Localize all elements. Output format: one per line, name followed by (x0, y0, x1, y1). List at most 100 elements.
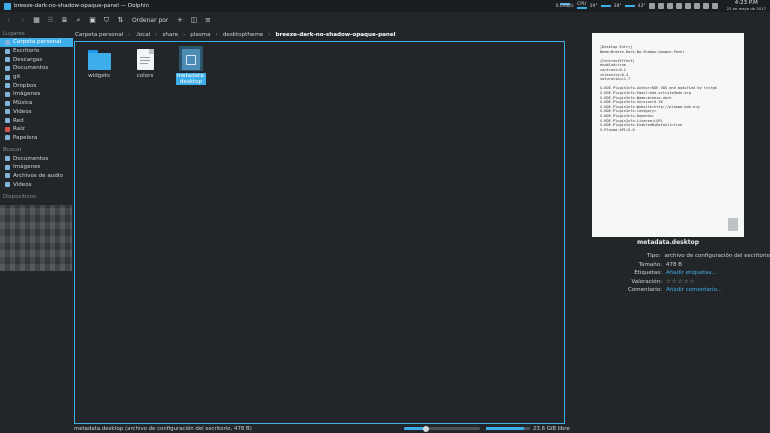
preview-line: X-Plasma-API=5.0 (600, 127, 635, 132)
videos-icon (5, 182, 10, 188)
info-filename: metadata.desktop (637, 239, 699, 246)
search-title: Buscar (3, 147, 22, 154)
sidebar-item-pictures[interactable]: Imágenes (0, 90, 73, 99)
file-view[interactable]: widgets colors metadata. desktop (74, 41, 565, 424)
sidebar-item-trash[interactable]: Papelera (0, 134, 73, 143)
documents-icon (5, 156, 10, 162)
file-item-widgets[interactable]: widgets (84, 46, 114, 79)
cpu-monitor[interactable]: CPU (576, 2, 587, 10)
add-comment-link[interactable]: Añadir comentario... (666, 287, 722, 293)
zoom-slider-handle[interactable] (423, 425, 429, 432)
sort-icon[interactable]: ⇅ (116, 16, 125, 25)
info-metadata: Tipo: archivo de configuración del escrit… (628, 253, 770, 294)
download-icon (5, 57, 10, 63)
battery-icon[interactable] (693, 3, 700, 9)
sidebar-item-desktop[interactable]: Escritorio (0, 47, 73, 56)
forward-button[interactable]: › (18, 16, 27, 25)
system-tray: 0.0MB/s CPU 39° 38° 43° 4:23 P.M 23 de m… (556, 0, 770, 12)
free-space-bar (486, 427, 530, 430)
main-toolbar: ‹ › ▦ ☰ ≣ ⌕ ▣ ⛉ ⇅ Ordenar por + ◫ ≡ (0, 12, 770, 28)
sidebar-item-home[interactable]: Carpeta personal (0, 38, 73, 47)
free-space-label: 23.6 GiB libre (533, 425, 570, 432)
split-view-icon[interactable]: ◫ (189, 16, 198, 25)
trash-icon (5, 135, 10, 141)
places-panel: Lugares Carpeta personal Escritorio Desc… (0, 28, 73, 424)
text-file-icon (136, 49, 154, 70)
home-icon (5, 39, 10, 45)
desktop-icon (5, 48, 10, 54)
sidebar-item-videos[interactable]: Videos (0, 108, 73, 117)
devices-title: Dispositivos (3, 194, 37, 200)
clock[interactable]: 4:23 P.M 23 de mayo de 2017 (727, 0, 766, 11)
rating-stars[interactable]: ☆☆☆☆☆ (666, 279, 696, 285)
back-button[interactable]: ‹ (4, 16, 13, 25)
search-icon[interactable]: ⌕ (74, 16, 83, 25)
music-icon (5, 173, 10, 179)
sidebar-search-audio[interactable]: Archivos de audio (0, 172, 73, 181)
media-play-icon[interactable] (648, 3, 655, 9)
sidebar-item-music[interactable]: Música (0, 99, 73, 108)
temp-1: 39° (589, 3, 598, 9)
network-folder-icon (5, 118, 10, 124)
folder-icon (5, 74, 10, 80)
add-tags-link[interactable]: Añadir etiquetas... (666, 270, 717, 276)
details-view-icon[interactable]: ≣ (60, 16, 69, 25)
info-type: archivo de configuración del escritorio (664, 253, 770, 260)
icons-view-icon[interactable]: ▦ (32, 16, 41, 25)
breadcrumb-item[interactable]: .local (135, 32, 150, 38)
file-item-metadata-desktop[interactable]: metadata. desktop (175, 46, 207, 86)
updates-icon[interactable] (684, 3, 691, 9)
devices-list-blurred[interactable] (0, 205, 72, 271)
sidebar-item-git[interactable]: git (0, 73, 73, 82)
music-icon (5, 100, 10, 106)
network-icon[interactable] (666, 3, 673, 9)
sidebar-search-documents[interactable]: Documentos (0, 154, 73, 163)
clipboard-icon[interactable] (657, 3, 664, 9)
temp-3: 43° (637, 3, 646, 9)
tray-expand-icon[interactable] (711, 3, 718, 9)
info-size: 478 B (666, 261, 683, 268)
sidebar-search-videos[interactable]: Videos (0, 180, 73, 189)
breadcrumb-item[interactable]: desktoptheme (223, 32, 263, 38)
temp-2: 38° (613, 3, 622, 9)
compact-view-icon[interactable]: ☰ (46, 16, 55, 25)
file-label: metadata. desktop (175, 73, 207, 86)
folder-icon (87, 50, 111, 70)
breadcrumb-item[interactable]: Carpeta personal (75, 32, 123, 38)
sidebar-item-network[interactable]: Red (0, 116, 73, 125)
sidebar-item-documents[interactable]: Documentos (0, 64, 73, 73)
file-item-colors[interactable]: colors (130, 46, 160, 79)
breadcrumb-current[interactable]: breeze-dark-no-shadow-opaque-panel (275, 32, 395, 38)
sidebar-item-root[interactable]: Raíz (0, 125, 73, 134)
pictures-icon (5, 91, 10, 97)
sidebar-item-downloads[interactable]: Descargas (0, 55, 73, 64)
menu-icon[interactable]: ≡ (203, 16, 212, 25)
sidebar-search-images[interactable]: Imágenes (0, 163, 73, 172)
mem-monitor[interactable] (600, 5, 611, 7)
file-label: colors (136, 73, 154, 79)
sidebar-item-dropbox[interactable]: Dropbox (0, 81, 73, 90)
preview-icon[interactable]: ▣ (88, 16, 97, 25)
net-monitor[interactable]: 0.0MB/s (556, 2, 574, 10)
breadcrumb-item[interactable]: plasma (190, 32, 210, 38)
dropbox-icon (5, 83, 10, 89)
breadcrumb: Carpeta personal › .local › share › plasma ›… (75, 32, 396, 38)
desktop-file-icon (182, 49, 200, 70)
filter-icon[interactable]: ⛉ (102, 16, 111, 25)
window-titlebar: breeze-dark-no-shadow-opaque-panel — Dol… (0, 0, 770, 12)
volume-icon[interactable] (702, 3, 709, 9)
document-icon (728, 218, 738, 231)
information-panel: [Desktop Entry] Name=Breeze-Dark-No-Shado… (566, 28, 770, 424)
disk-monitor[interactable] (624, 5, 635, 7)
root-folder-icon (5, 126, 10, 132)
status-bar: metadata.desktop (archivo de configuraci… (0, 424, 770, 433)
pictures-icon (5, 164, 10, 170)
mail-icon[interactable] (675, 3, 682, 9)
zoom-slider[interactable] (404, 425, 480, 432)
status-message: metadata.desktop (archivo de configuraci… (74, 425, 252, 432)
videos-icon (5, 109, 10, 115)
sort-button[interactable]: Ordenar por (132, 17, 168, 24)
new-tab-icon[interactable]: + (175, 16, 184, 25)
file-label: widgets (88, 73, 110, 79)
breadcrumb-item[interactable]: share (163, 32, 179, 38)
